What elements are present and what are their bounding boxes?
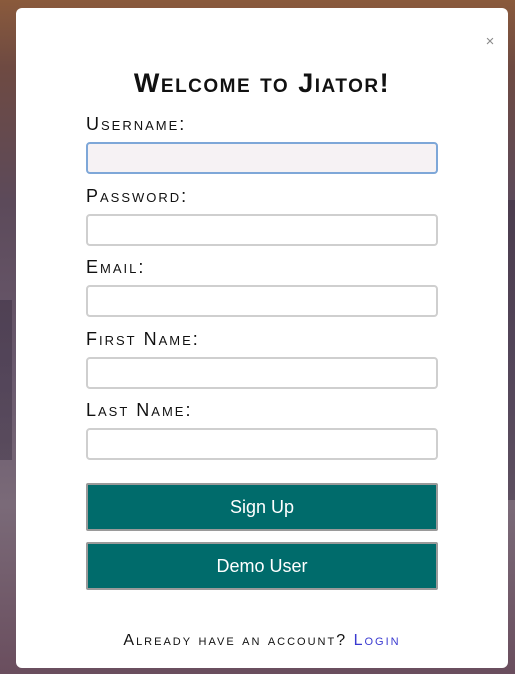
modal-title: Welcome to Jiator! — [133, 68, 391, 98]
password-input[interactable] — [86, 214, 438, 246]
email-label: Email: — [86, 257, 146, 277]
password-label: Password: — [86, 186, 189, 206]
login-prompt: Already have an account? Login — [16, 632, 508, 650]
signup-modal: × Welcome to Jiator! Username: Password:… — [16, 8, 508, 668]
sign-up-button[interactable]: Sign Up — [86, 483, 438, 531]
demo-user-button[interactable]: Demo User — [86, 542, 438, 590]
last-name-input[interactable] — [86, 428, 438, 460]
login-prompt-text: Already have an account? — [123, 632, 348, 649]
email-input[interactable] — [86, 285, 438, 317]
last-name-label: Last Name: — [86, 400, 193, 420]
username-label: Username: — [86, 114, 187, 134]
first-name-input[interactable] — [86, 357, 438, 389]
login-link[interactable]: Login — [354, 632, 401, 649]
username-input[interactable] — [86, 142, 438, 174]
first-name-label: First Name: — [86, 329, 200, 349]
close-icon[interactable]: × — [480, 32, 500, 52]
